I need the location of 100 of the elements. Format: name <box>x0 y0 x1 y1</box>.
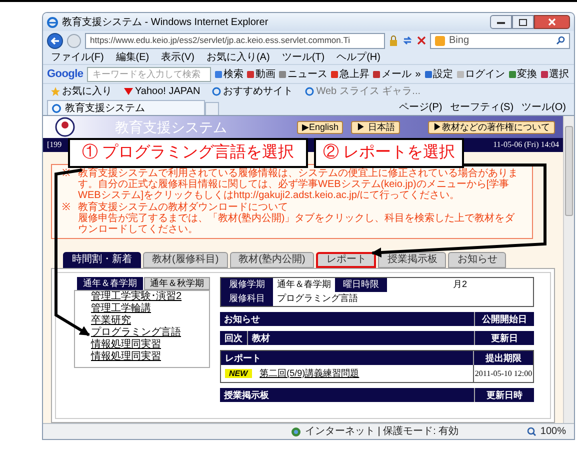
course-link[interactable]: プログラミング言語 <box>91 327 181 339</box>
emblem-icon <box>55 117 75 137</box>
scrollbar[interactable] <box>563 116 574 423</box>
menu-item[interactable]: ヘルプ(H) <box>336 50 380 64</box>
back-button[interactable] <box>47 32 63 48</box>
toolbar-icon <box>540 70 548 78</box>
link-icon <box>124 87 133 96</box>
toolbar-icon <box>424 70 432 78</box>
toolbar-button[interactable]: メール <box>373 66 412 82</box>
tab[interactable]: 授業掲示板 <box>378 252 446 268</box>
toolbar-button[interactable]: 急上昇 <box>331 66 370 82</box>
toolbar-icon <box>373 70 380 78</box>
report-link[interactable]: 第二回(5/9)講義練習問題 <box>260 366 360 380</box>
table-cell-text: 通年＆春学期 <box>276 278 332 292</box>
header-cell: 履修学期 <box>221 278 273 292</box>
bing-icon <box>435 36 445 46</box>
header-button[interactable]: ▶教材などの著作権について <box>428 120 555 134</box>
minimize-icon <box>497 20 505 24</box>
search-field[interactable]: Bing <box>430 32 570 48</box>
header-cell: 履修科目 <box>221 292 273 306</box>
security-zone-text: インターネット | 保護モード: 有効 <box>305 424 459 439</box>
magnifier-icon <box>527 427 536 436</box>
browser-tab[interactable]: 教育支援システム <box>47 100 205 115</box>
close-icon <box>548 18 556 26</box>
notice-mark: ※ <box>62 202 70 215</box>
favorite-link[interactable]: Yahoo! JAPAN <box>124 84 200 99</box>
menu-item[interactable]: 編集(E) <box>116 50 150 64</box>
column-header: 教材 <box>250 332 271 345</box>
header-cell: 曜日時限 <box>335 278 387 292</box>
link-icon <box>305 87 314 96</box>
toolbar-icon <box>456 70 464 78</box>
course-link[interactable]: 管理工学輪講 <box>91 303 151 315</box>
favorite-link[interactable]: Web スライス ギャラ... <box>305 84 421 99</box>
stop-icon[interactable] <box>417 36 426 45</box>
menu-item[interactable]: ツール(T) <box>282 50 325 64</box>
star-icon <box>51 87 60 96</box>
tab[interactable]: お知らせ <box>448 252 506 268</box>
new-badge: NEW <box>225 369 252 378</box>
browser-icon <box>47 16 58 28</box>
command-menu[interactable]: ページ(P) <box>398 100 442 115</box>
zoom-control[interactable]: 100% <box>527 424 566 439</box>
toolbar-button[interactable]: ニュース <box>279 66 328 82</box>
browser-icon <box>52 104 61 112</box>
notice-text: 履修申告が完了するまでは、「教材(塾内公開)」タブをクリックし、科目を検索した上で教材をダウンロードしてください。 <box>78 213 516 235</box>
column-header: 提出期限 <box>473 351 533 365</box>
search-icon[interactable] <box>556 36 565 45</box>
column-header: 回次 <box>220 331 248 345</box>
toolbar-icon <box>331 70 338 78</box>
toolbar-button[interactable]: 変換 <box>508 66 537 82</box>
toolbar-icon <box>247 70 254 78</box>
favorite-link[interactable]: おすすめサイト <box>212 84 294 99</box>
link-icon <box>212 87 222 96</box>
toolbar-button[interactable]: 検索 <box>215 66 244 82</box>
course-link[interactable]: 情報処理同実習 <box>91 339 161 351</box>
back-arrow-icon <box>50 36 60 44</box>
column-header: 授業掲示板 <box>223 389 270 402</box>
course-link[interactable]: 情報処理同実習 <box>91 351 161 363</box>
toolbar-icon <box>508 70 516 78</box>
maximize-button[interactable] <box>512 15 534 29</box>
header-button[interactable]: ▶ 日本語 <box>351 120 400 134</box>
toolbar-button[interactable]: » <box>415 66 421 82</box>
column-header: 公開開始日 <box>474 312 534 326</box>
close-button[interactable] <box>534 15 570 29</box>
term-tab[interactable]: 通年＆春学期 <box>77 277 143 290</box>
menu-item[interactable]: 表示(V) <box>161 50 194 64</box>
command-menu[interactable]: セーフティ(S) <box>450 100 514 115</box>
window-title: 教育支援システム - Windows Internet Explorer <box>62 16 268 30</box>
minimize-button[interactable] <box>490 15 512 29</box>
toolbar-button[interactable]: 動画 <box>247 66 276 82</box>
toolbar-icon <box>215 70 222 78</box>
maximize-icon <box>519 18 527 26</box>
lock-icon <box>389 35 398 46</box>
column-header: 更新日時 <box>474 388 534 402</box>
tab[interactable]: 教材(履修科目) <box>143 252 228 268</box>
term-tab[interactable]: 通年＆秋学期 <box>144 277 210 290</box>
tab[interactable]: レポート <box>316 252 376 268</box>
favorite-link[interactable]: お気に入り <box>51 84 112 99</box>
command-menu[interactable]: ツール(O) <box>522 100 566 115</box>
menu-item[interactable]: ファイル(F) <box>51 50 104 64</box>
tab[interactable]: 教材(塾内公開) <box>230 252 314 268</box>
search-field[interactable]: キーワードを入力して検索 <box>87 66 212 82</box>
toolbar-button[interactable]: 設定 <box>424 66 453 82</box>
column-header: 更新日 <box>474 331 534 345</box>
toolbar-button[interactable]: 選択 <box>540 66 569 82</box>
google-logo: Google <box>47 66 84 82</box>
table-cell-text: 月2 <box>452 278 468 292</box>
course-link[interactable]: 管理工学実験･演習2 <box>91 291 182 303</box>
callout-label: ① プログラミング言語を選択 <box>68 138 308 168</box>
menu-item[interactable]: お気に入り(A) <box>206 50 270 64</box>
column-header: レポート <box>224 352 262 365</box>
refresh-icon[interactable] <box>402 35 413 46</box>
table-cell-text: プログラミング言語 <box>276 292 359 306</box>
toolbar-button[interactable]: ログイン <box>456 66 505 82</box>
url-text: https://www.edu.keio.jp/ess2/servlet/jp.ac.keio.ess.servlet.common.Ti <box>90 34 350 47</box>
address-field[interactable]: https://www.edu.keio.jp/ess2/servlet/jp.ac.keio.ess.servlet.common.Ti <box>85 32 385 48</box>
globe-icon <box>291 426 301 436</box>
header-button[interactable]: ▶English <box>296 120 344 134</box>
tab[interactable]: 時間割・新着 <box>63 252 141 268</box>
search-input[interactable]: Bing <box>449 33 552 48</box>
course-link[interactable]: 卒業研究 <box>91 315 131 327</box>
